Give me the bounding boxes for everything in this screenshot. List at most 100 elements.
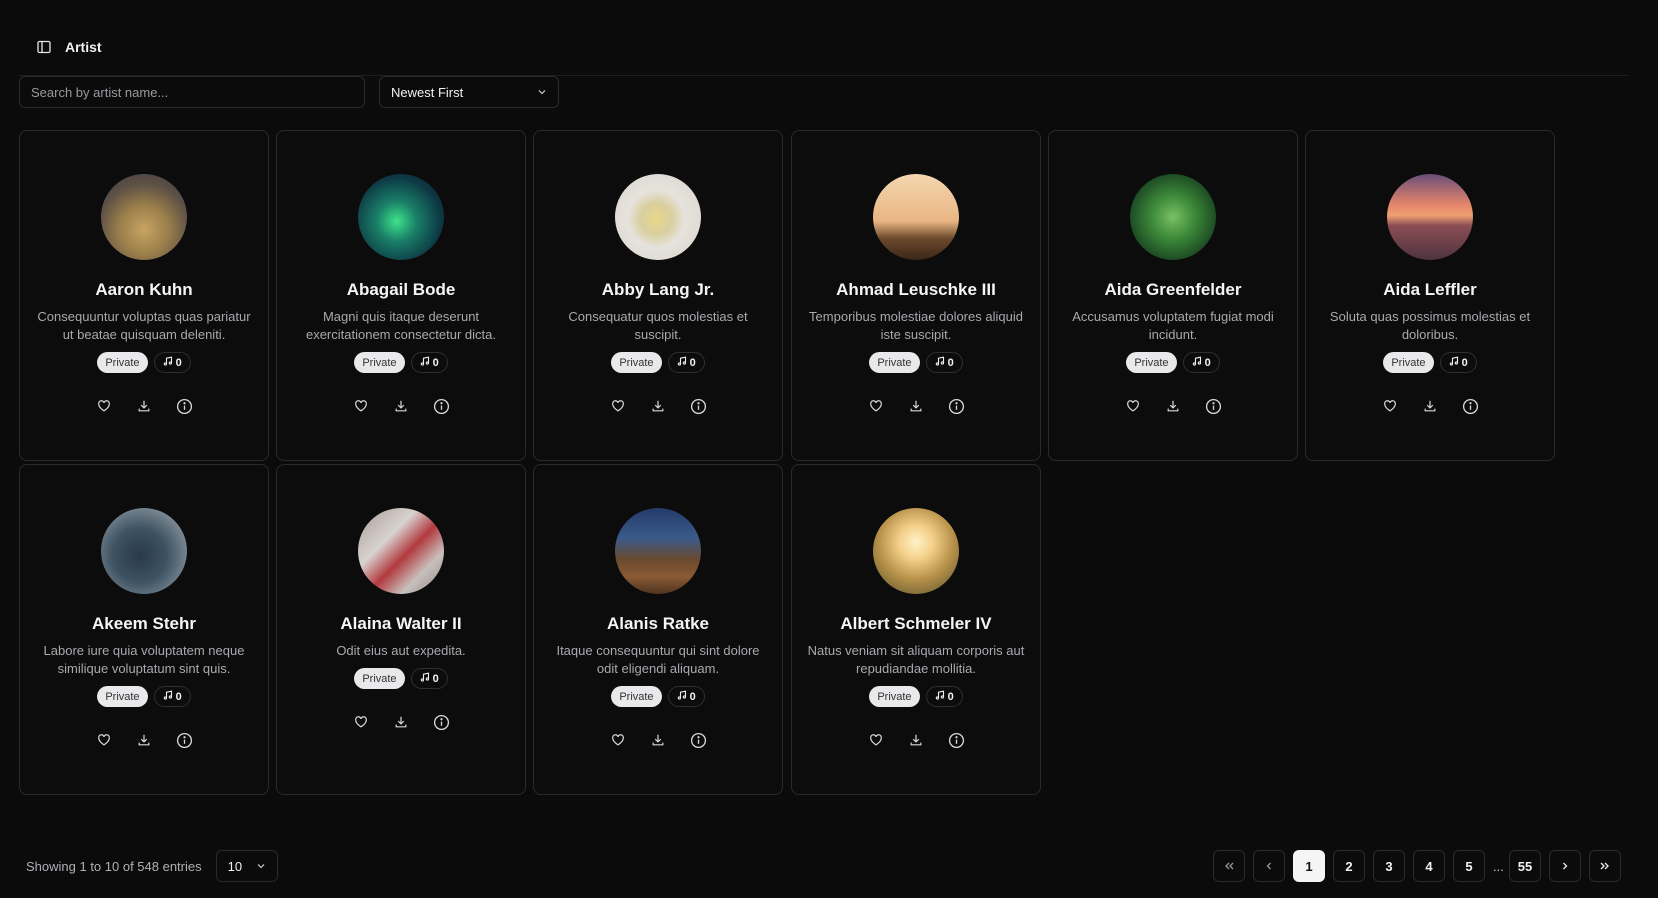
artist-description: Natus veniam sit aliquam corporis aut re… [807,643,1025,676]
info-icon[interactable] [175,731,193,749]
artist-description: Labore iure quia voluptatem neque simili… [43,643,245,676]
info-icon[interactable] [432,713,450,731]
artist-card[interactable]: Alanis Ratke Itaque consequuntur qui sin… [533,464,783,795]
heart-icon[interactable] [867,731,885,749]
sort-select-value: Newest First [391,84,464,100]
track-count: 0 [432,672,439,685]
artist-name: Aida Greenfelder [1104,280,1242,299]
page-title: Artist [65,38,102,55]
visibility-badge: Private [869,686,920,707]
download-icon[interactable] [392,397,410,415]
search-input[interactable] [19,76,365,108]
page-button[interactable]: 1 [1293,850,1325,882]
sidebar-toggle-icon[interactable] [35,38,53,56]
avatar [101,174,187,260]
prev-page-button[interactable] [1253,850,1285,882]
heart-icon[interactable] [867,397,885,415]
download-icon[interactable] [649,397,667,415]
avatar [615,508,701,594]
avatar [873,508,959,594]
track-count-badge: 0 [153,686,191,707]
heart-icon[interactable] [1124,397,1142,415]
artist-description: Soluta quas possimus molestias et dolori… [1329,309,1531,342]
artist-card[interactable]: Abby Lang Jr. Consequatur quos molestias… [533,130,783,461]
visibility-badge: Private [354,352,405,373]
page-button[interactable]: 3 [1373,850,1405,882]
info-icon[interactable] [432,397,450,415]
music-note-icon [677,356,687,369]
track-count-badge: 0 [667,352,705,373]
artist-description: Odit eius aut expedita. [336,643,466,658]
artist-name: Aaron Kuhn [95,280,193,299]
info-icon[interactable] [175,397,193,415]
avatar [873,174,959,260]
artist-card[interactable]: Aida Leffler Soluta quas possimus molest… [1305,130,1555,461]
next-page-button[interactable] [1549,850,1581,882]
info-icon[interactable] [947,397,965,415]
visibility-badge: Private [1126,352,1177,373]
info-icon[interactable] [689,397,707,415]
artist-card[interactable]: Alaina Walter II Odit eius aut expedita.… [276,464,526,795]
card-actions [609,731,707,749]
visibility-badge: Private [97,686,148,707]
artist-card[interactable]: Ahmad Leuschke III Temporibus molestiae … [791,130,1041,461]
page-button[interactable]: 5 [1453,850,1485,882]
heart-icon[interactable] [352,397,370,415]
last-page-button[interactable] [1589,850,1621,882]
heart-icon[interactable] [95,397,113,415]
artist-name: Alaina Walter II [340,614,462,633]
card-actions [609,397,707,415]
artist-card[interactable]: Albert Schmeler IV Natus veniam sit aliq… [791,464,1041,795]
music-note-icon [163,356,173,369]
sort-select[interactable]: Newest First [379,76,559,108]
artist-card[interactable]: Abagail Bode Magni quis itaque deserunt … [276,130,526,461]
heart-icon[interactable] [609,397,627,415]
info-icon[interactable] [947,731,965,749]
avatar [358,174,444,260]
info-icon[interactable] [689,731,707,749]
artist-card[interactable]: Akeem Stehr Labore iure quia voluptatem … [19,464,269,795]
artist-name: Akeem Stehr [92,614,196,633]
music-note-icon [677,690,687,703]
artist-description: Consequatur quos molestias et suscipit. [568,309,748,342]
visibility-badge: Private [354,668,405,689]
download-icon[interactable] [907,731,925,749]
download-icon[interactable] [1421,397,1439,415]
card-actions [352,397,450,415]
track-count: 0 [1204,356,1211,369]
download-icon[interactable] [907,397,925,415]
artist-description: Magni quis itaque deserunt exercitatione… [305,309,497,342]
artist-name: Albert Schmeler IV [840,614,992,633]
artist-description: Consequuntur voluptas quas pariatur ut b… [37,309,251,342]
badge-row: Private 0 [869,686,963,707]
heart-icon[interactable] [352,713,370,731]
download-icon[interactable] [1164,397,1182,415]
card-actions [95,397,193,415]
info-icon[interactable] [1204,397,1222,415]
page-button[interactable]: 2 [1333,850,1365,882]
page-button[interactable]: 4 [1413,850,1445,882]
card-actions [95,731,193,749]
track-count-badge: 0 [410,352,448,373]
heart-icon[interactable] [1381,397,1399,415]
artist-card[interactable]: Aaron Kuhn Consequuntur voluptas quas pa… [19,130,269,461]
heart-icon[interactable] [95,731,113,749]
track-count-badge: 0 [1439,352,1477,373]
artist-card[interactable]: Aida Greenfelder Accusamus voluptatem fu… [1048,130,1298,461]
first-page-button[interactable] [1213,850,1245,882]
artist-name: Aida Leffler [1383,280,1477,299]
table-footer: Showing 1 to 10 of 548 entries 10 [26,850,278,882]
download-icon[interactable] [135,397,153,415]
pagination: 12345 ... 55 [1213,850,1621,882]
visibility-badge: Private [97,352,148,373]
music-note-icon [935,356,945,369]
page-button-last[interactable]: 55 [1509,850,1541,882]
download-icon[interactable] [649,731,667,749]
download-icon[interactable] [392,713,410,731]
download-icon[interactable] [135,731,153,749]
heart-icon[interactable] [609,731,627,749]
artist-description: Itaque consequuntur qui sint dolore odit… [556,643,760,676]
page-size-select[interactable]: 10 [215,850,278,882]
artist-description: Temporibus molestiae dolores aliquid ist… [809,309,1023,342]
info-icon[interactable] [1461,397,1479,415]
